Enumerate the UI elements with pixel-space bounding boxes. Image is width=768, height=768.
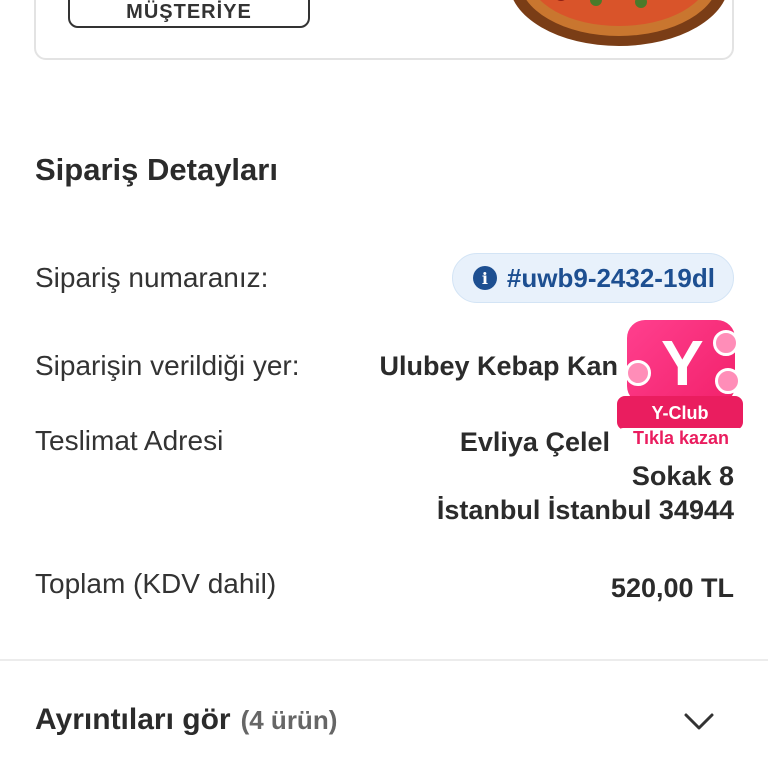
total-label: Toplam (KDV dahil) <box>35 568 277 599</box>
address-line-2: Sokak 8 <box>631 461 734 491</box>
total-value: 520,00 TL <box>610 573 734 603</box>
address-label: Teslimat Adresi <box>35 425 224 456</box>
address-line-3: İstanbul İstanbul 34944 <box>436 495 734 525</box>
place-label: Siparişin verildiği yer: <box>35 350 300 381</box>
yclub-logo-icon: Y <box>661 327 704 399</box>
address-line-1: Evliya Çelel <box>459 427 610 457</box>
coin-icon <box>713 330 739 356</box>
yclub-floating-badge[interactable]: Y Y-Club Tıkla kazan <box>617 320 745 452</box>
chevron-down-icon[interactable] <box>683 712 715 732</box>
pizza-image <box>513 0 725 46</box>
yclub-label: Y-Club <box>617 396 743 430</box>
details-item-count: (4 ürün) <box>240 705 338 735</box>
details-toggle[interactable]: Ayrıntıları gör (4 ürün) <box>35 703 337 737</box>
yclub-cta: Tıkla kazan <box>619 428 743 449</box>
page-title: Sipariş Detayları <box>35 152 278 187</box>
info-icon: i <box>472 266 497 290</box>
divider <box>0 659 768 661</box>
order-number-badge[interactable]: i #uwb9-2432-19dl <box>451 253 734 303</box>
coin-icon <box>715 368 741 394</box>
place-value: Ulubey Kebap Kan <box>379 351 618 381</box>
coin-icon <box>625 360 651 386</box>
promo-cta-button[interactable]: MÜŞTERİYE <box>68 0 310 28</box>
order-number-label: Sipariş numaranız: <box>35 262 269 293</box>
order-number-value: #uwb9-2432-19dl <box>506 262 715 293</box>
promo-card: MÜŞTERİYE <box>34 0 734 60</box>
details-toggle-label: Ayrıntıları gör <box>35 703 231 736</box>
